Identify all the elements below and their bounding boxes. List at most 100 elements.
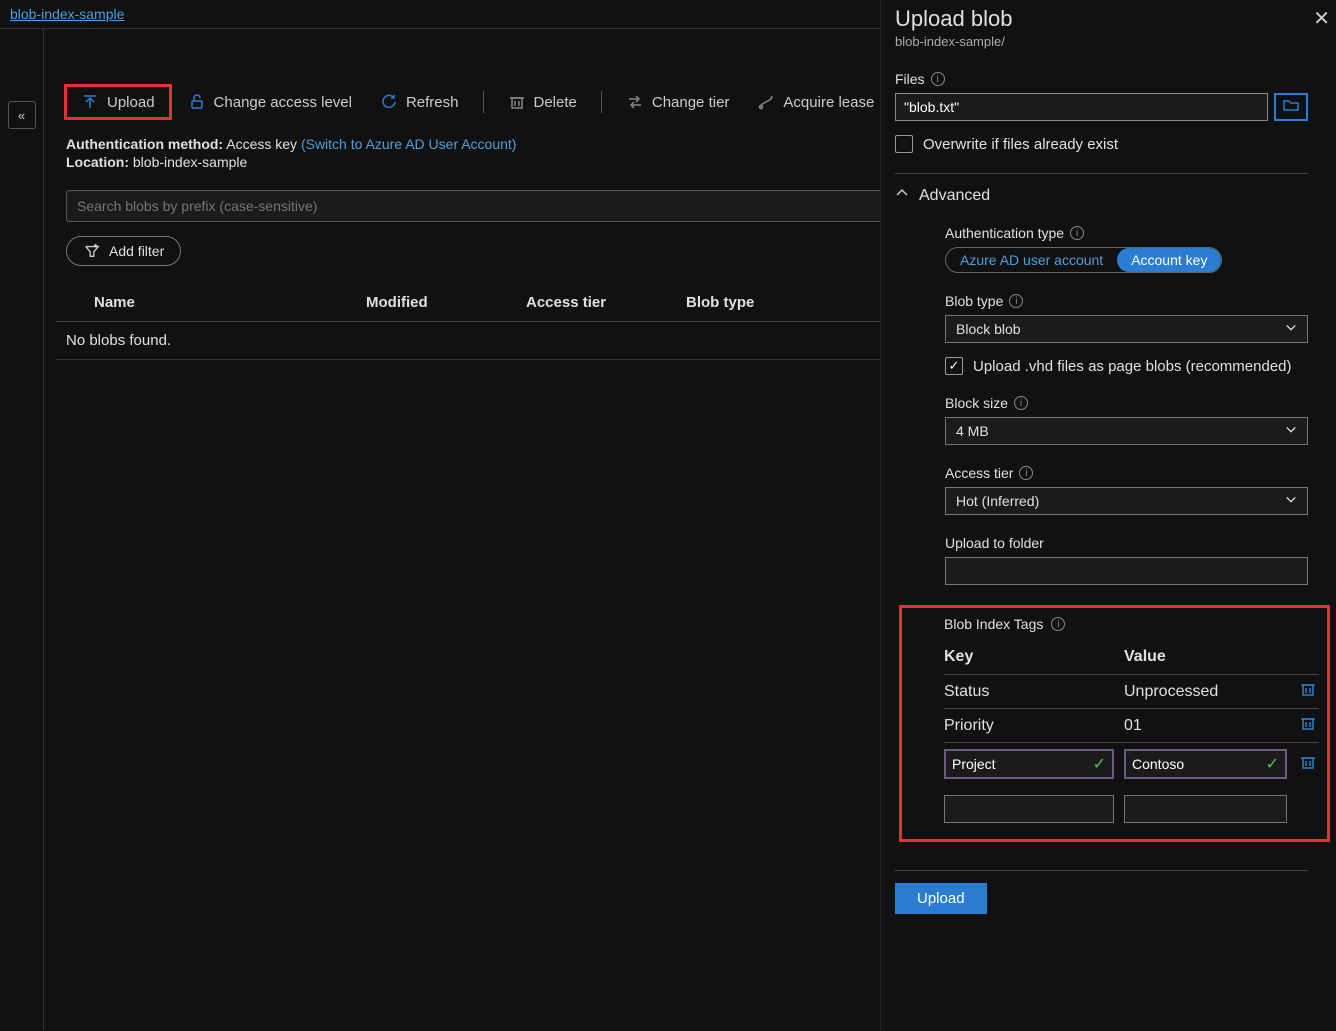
refresh-button[interactable]: Refresh [368,87,471,117]
upload-submit-button[interactable]: Upload [895,883,987,914]
check-icon: ✓ [1266,754,1279,774]
delete-label: Delete [534,94,577,111]
info-icon[interactable]: i [1070,226,1084,240]
auth-option-azure-ad[interactable]: Azure AD user account [946,248,1117,272]
chevron-up-icon [895,186,909,205]
tag-value-empty-input[interactable] [1124,795,1287,823]
trash-icon [1300,681,1316,702]
tag-value[interactable]: Unprocessed [1124,683,1287,701]
chevron-down-icon [1285,423,1297,439]
upload-folder-input[interactable] [945,557,1308,585]
auth-option-account-key[interactable]: Account key [1117,248,1221,272]
change-tier-label: Change tier [652,94,730,111]
access-tier-select[interactable]: Hot (Inferred) [945,487,1308,515]
upload-folder-label: Upload to folder [945,535,1044,551]
files-input[interactable] [895,93,1268,121]
col-modified[interactable]: Modified [366,294,526,311]
trash-icon [1300,754,1316,775]
breadcrumb-container-link[interactable]: blob-index-sample [10,6,124,22]
blob-type-label: Blob type [945,293,1003,309]
delete-tag-button[interactable] [1297,715,1319,736]
auth-type-group: Azure AD user account Account key [945,247,1222,273]
overwrite-label: Overwrite if files already exist [923,136,1118,153]
panel-title: Upload blob [895,6,1336,32]
block-size-label: Block size [945,395,1008,411]
tags-col-value: Value [1124,648,1287,666]
tag-key[interactable]: Status [944,683,1114,701]
lease-icon [757,93,775,111]
lock-icon [188,93,206,111]
vhd-checkbox[interactable] [945,357,963,375]
refresh-label: Refresh [406,94,459,111]
files-label: Files [895,71,925,87]
delete-button[interactable]: Delete [496,87,589,117]
tag-key-empty-input[interactable] [944,795,1114,823]
panel-subtitle: blob-index-sample/ [895,34,1336,49]
delete-tag-button[interactable] [1297,681,1319,702]
tag-row: Status Unprocessed [944,674,1319,708]
switch-auth-link[interactable]: (Switch to Azure AD User Account) [301,136,517,152]
auth-type-label: Authentication type [945,225,1064,241]
tag-value[interactable]: 01 [1124,717,1287,735]
collapse-sidebar-button[interactable]: « [8,101,36,129]
delete-tag-button[interactable] [1297,754,1319,775]
change-access-label: Change access level [214,94,352,111]
swap-icon [626,93,644,111]
chevron-down-icon [1285,321,1297,337]
toolbar-separator [483,91,484,113]
info-icon[interactable]: i [1014,396,1028,410]
advanced-label: Advanced [919,187,990,205]
change-access-level-button[interactable]: Change access level [176,87,364,117]
toolbar-separator [601,91,602,113]
advanced-toggle[interactable]: Advanced [895,186,1336,205]
trash-icon [1300,715,1316,736]
browse-button[interactable] [1274,93,1308,121]
tag-key-input[interactable] [952,756,1075,772]
col-access-tier[interactable]: Access tier [526,294,686,311]
add-filter-button[interactable]: Add filter [66,236,181,266]
tag-value-input[interactable] [1132,756,1250,772]
col-blob-type[interactable]: Blob type [686,294,846,311]
acquire-lease-button[interactable]: Acquire lease [745,87,886,117]
location-label: Location: [66,154,129,170]
divider [895,173,1308,174]
block-size-value: 4 MB [956,423,989,439]
tag-row-editing: ✓ ✓ [944,742,1319,785]
blob-type-value: Block blob [956,321,1021,337]
col-name[interactable]: Name [66,294,366,311]
tag-row-empty [944,785,1319,829]
blob-type-select[interactable]: Block blob [945,315,1308,343]
auth-method-label: Authentication method: [66,136,223,152]
tag-value-input-wrap: ✓ [1124,749,1287,779]
check-icon: ✓ [1093,754,1106,774]
close-icon[interactable]: ✕ [1313,6,1330,31]
vhd-label: Upload .vhd files as page blobs (recomme… [973,358,1292,375]
tag-row: Priority 01 [944,708,1319,742]
upload-button[interactable]: Upload [64,84,172,120]
info-icon[interactable]: i [931,72,945,86]
add-filter-label: Add filter [109,243,164,259]
refresh-icon [380,93,398,111]
upload-blob-panel: ✕ Upload blob blob-index-sample/ Files i… [880,0,1336,1031]
tag-key-input-wrap: ✓ [944,749,1114,779]
divider [895,870,1308,871]
tags-label: Blob Index Tags [944,616,1043,632]
block-size-select[interactable]: 4 MB [945,417,1308,445]
trash-icon [508,93,526,111]
info-icon[interactable]: i [1009,294,1023,308]
access-tier-label: Access tier [945,465,1013,481]
folder-icon [1282,96,1300,119]
info-icon[interactable]: i [1051,617,1065,631]
change-tier-button[interactable]: Change tier [614,87,742,117]
upload-label: Upload [107,94,155,111]
tags-col-key: Key [944,648,1114,666]
auth-method-value: Access key [226,136,297,152]
overwrite-checkbox[interactable] [895,135,913,153]
access-tier-value: Hot (Inferred) [956,493,1039,509]
location-value: blob-index-sample [133,154,247,170]
acquire-lease-label: Acquire lease [783,94,874,111]
tag-key[interactable]: Priority [944,717,1114,735]
info-icon[interactable]: i [1019,466,1033,480]
blob-index-tags-section: Blob Index Tags i Key Value Status Unpro… [899,605,1330,842]
filter-add-icon [83,242,101,260]
